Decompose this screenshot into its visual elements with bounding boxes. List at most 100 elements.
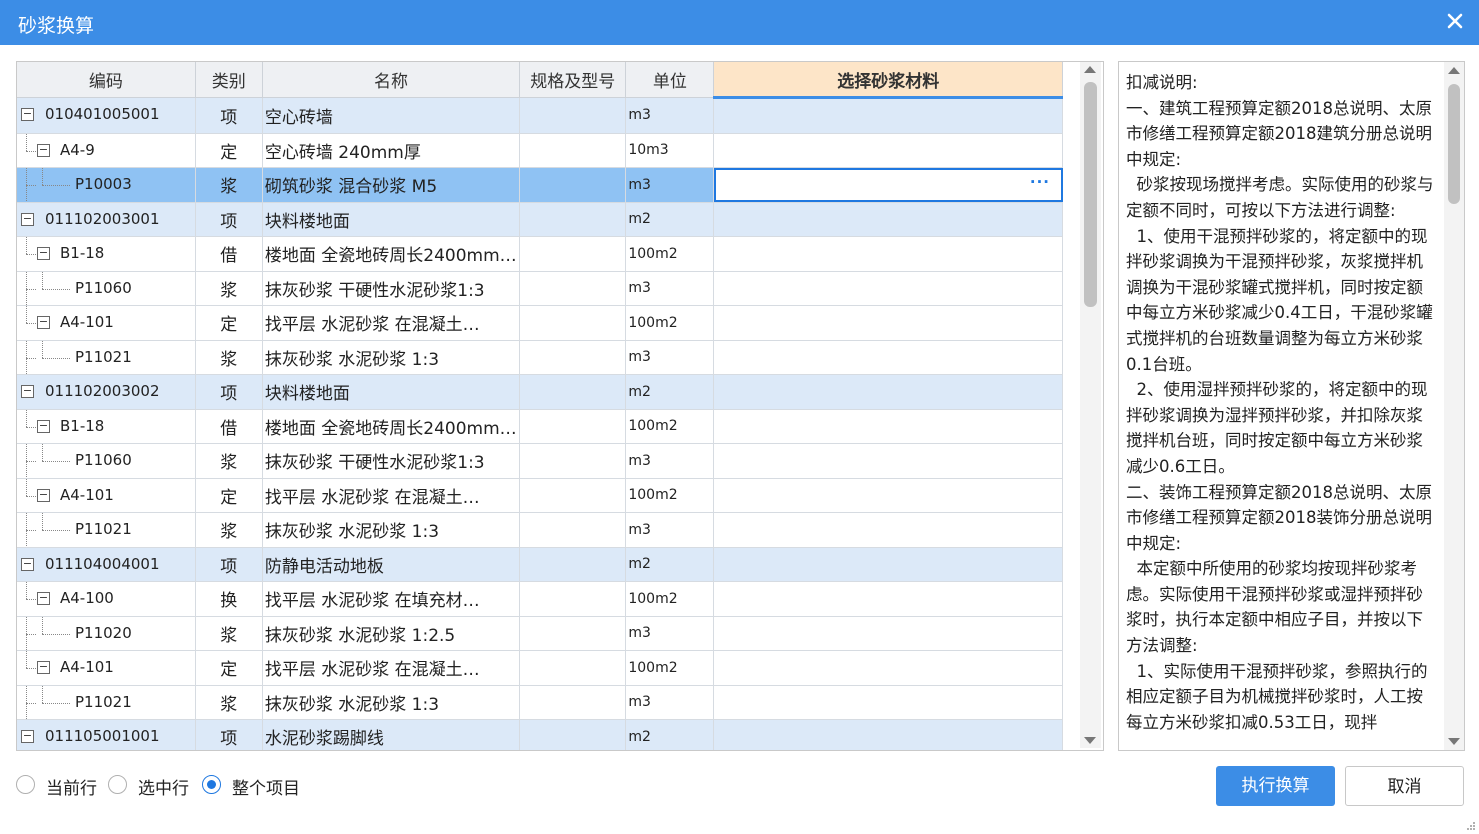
cell-select-mortar[interactable]	[713, 719, 1063, 750]
cell-code[interactable]: P10003	[17, 167, 196, 203]
cancel-button[interactable]: 取消	[1345, 766, 1464, 806]
collapse-icon[interactable]: −	[21, 557, 34, 571]
cell-code[interactable]: − B1-18	[17, 409, 196, 444]
cell-spec[interactable]	[519, 719, 627, 750]
scroll-down-icon[interactable]	[1448, 738, 1460, 745]
scroll-down-icon[interactable]	[1084, 737, 1096, 744]
cell-category[interactable]: 浆	[195, 685, 263, 720]
cell-spec[interactable]	[519, 650, 627, 686]
table-row[interactable]: P11021 浆抹灰砂浆 水泥砂浆 1:3 m3	[17, 512, 1063, 548]
collapse-icon[interactable]: −	[37, 143, 50, 157]
col-header-code[interactable]: 编码	[17, 62, 196, 98]
cell-name[interactable]: 抹灰砂浆 水泥砂浆 1:3	[262, 685, 521, 720]
cell-spec[interactable]	[519, 97, 627, 134]
collapse-icon[interactable]: −	[21, 212, 34, 226]
cell-select-mortar[interactable]: ···	[713, 167, 1063, 203]
cell-select-mortar[interactable]	[713, 478, 1063, 513]
cell-name[interactable]: 水泥砂浆踢脚线	[262, 719, 521, 750]
table-row[interactable]: − B1-18 借楼地面 全瓷地砖周长2400mm… 100m2	[17, 409, 1063, 444]
cell-unit[interactable]: m2	[625, 547, 715, 582]
cell-name[interactable]: 找平层 水泥砂浆 在混凝土…	[262, 305, 521, 341]
collapse-icon[interactable]: −	[37, 316, 50, 329]
collapse-icon[interactable]: −	[21, 385, 34, 398]
cell-category[interactable]: 借	[195, 409, 263, 444]
cell-code[interactable]: −011104004001	[17, 547, 196, 582]
cell-unit[interactable]: 100m2	[625, 478, 715, 513]
cell-name[interactable]: 块料楼地面	[262, 202, 521, 237]
cell-select-mortar[interactable]	[713, 616, 1063, 651]
cell-unit[interactable]: 100m2	[625, 236, 715, 272]
table-row[interactable]: −011104004001 项防静电活动地板 m2	[17, 547, 1063, 582]
cell-category[interactable]: 换	[195, 581, 263, 617]
cell-spec[interactable]	[519, 409, 627, 444]
cell-unit[interactable]: m3	[625, 443, 715, 479]
table-row[interactable]: −011102003001 项块料楼地面 m2	[17, 202, 1063, 237]
cell-name[interactable]: 砌筑砂浆 混合砂浆 M5	[262, 167, 521, 203]
grid-scrollbar[interactable]	[1080, 62, 1101, 748]
cell-code[interactable]: − A4-101	[17, 305, 196, 341]
cell-spec[interactable]	[519, 133, 627, 168]
cell-code[interactable]: P11021	[17, 685, 196, 720]
cell-name[interactable]: 抹灰砂浆 水泥砂浆 1:3	[262, 340, 521, 375]
cell-select-mortar[interactable]	[713, 374, 1063, 410]
cell-unit[interactable]: 100m2	[625, 581, 715, 617]
radio-circle[interactable]	[108, 775, 127, 794]
scroll-thumb[interactable]	[1448, 84, 1460, 204]
scroll-up-icon[interactable]	[1448, 67, 1460, 74]
cell-select-mortar[interactable]	[713, 133, 1063, 168]
cell-name[interactable]: 块料楼地面	[262, 374, 521, 410]
table-row[interactable]: − B1-18 借楼地面 全瓷地砖周长2400mm… 100m2	[17, 236, 1063, 272]
cell-unit[interactable]: m2	[625, 202, 715, 237]
cell-code[interactable]: P11060	[17, 443, 196, 479]
table-row[interactable]: − A4-101 定找平层 水泥砂浆 在混凝土… 100m2	[17, 650, 1063, 686]
cell-code[interactable]: − B1-18	[17, 236, 196, 272]
cell-spec[interactable]	[519, 616, 627, 651]
collapse-icon[interactable]: −	[37, 661, 50, 674]
notes-scrollbar[interactable]	[1444, 62, 1464, 750]
cell-code[interactable]: − A4-9	[17, 133, 196, 168]
table-row[interactable]: −011105001001 项水泥砂浆踢脚线 m2	[17, 719, 1063, 750]
table-row[interactable]: −011102003002 项块料楼地面 m2	[17, 374, 1063, 410]
cell-spec[interactable]	[519, 581, 627, 617]
table-row[interactable]: P10003 浆砌筑砂浆 混合砂浆 M5 m3 ···	[17, 167, 1063, 203]
cell-unit[interactable]: m3	[625, 512, 715, 548]
cell-unit[interactable]: m2	[625, 719, 715, 750]
cell-select-mortar[interactable]	[713, 305, 1063, 341]
cell-spec[interactable]	[519, 443, 627, 479]
cell-select-mortar[interactable]	[713, 443, 1063, 479]
cell-select-mortar[interactable]	[713, 202, 1063, 237]
cell-spec[interactable]	[519, 271, 627, 306]
cell-name[interactable]: 抹灰砂浆 水泥砂浆 1:3	[262, 512, 521, 548]
cell-code[interactable]: − A4-100	[17, 581, 196, 617]
cell-category[interactable]: 浆	[195, 271, 263, 306]
cell-spec[interactable]	[519, 478, 627, 513]
cell-name[interactable]: 抹灰砂浆 干硬性水泥砂浆1:3	[262, 443, 521, 479]
table-row[interactable]: P11021 浆抹灰砂浆 水泥砂浆 1:3 m3	[17, 340, 1063, 375]
execute-conversion-button[interactable]: 执行换算	[1216, 766, 1335, 806]
cell-name[interactable]: 找平层 水泥砂浆 在混凝土…	[262, 478, 521, 513]
cell-name[interactable]: 空心砖墙	[262, 97, 521, 134]
cell-code[interactable]: − A4-101	[17, 650, 196, 686]
table-row[interactable]: − A4-101 定找平层 水泥砂浆 在混凝土… 100m2	[17, 305, 1063, 341]
cell-spec[interactable]	[519, 547, 627, 582]
cell-category[interactable]: 定	[195, 478, 263, 513]
cell-select-mortar[interactable]	[713, 236, 1063, 272]
col-header-category[interactable]: 类别	[195, 62, 263, 98]
table-row[interactable]: P11021 浆抹灰砂浆 水泥砂浆 1:3 m3	[17, 685, 1063, 720]
cell-unit[interactable]: m3	[625, 616, 715, 651]
cell-unit[interactable]: m3	[625, 167, 715, 203]
cell-select-mortar[interactable]	[713, 271, 1063, 306]
cell-unit[interactable]: 100m2	[625, 409, 715, 444]
table-row[interactable]: P11020 浆抹灰砂浆 水泥砂浆 1:2.5 m3	[17, 616, 1063, 651]
cell-category[interactable]: 浆	[195, 443, 263, 479]
cell-category[interactable]: 项	[195, 719, 263, 750]
cell-select-mortar[interactable]	[713, 340, 1063, 375]
more-icon[interactable]: ···	[1030, 173, 1050, 191]
scroll-up-icon[interactable]	[1084, 66, 1096, 73]
cell-name[interactable]: 抹灰砂浆 水泥砂浆 1:2.5	[262, 616, 521, 651]
resize-grip-icon[interactable]	[1466, 821, 1476, 831]
cell-category[interactable]: 浆	[195, 512, 263, 548]
cell-name[interactable]: 抹灰砂浆 干硬性水泥砂浆1:3	[262, 271, 521, 306]
cell-category[interactable]: 定	[195, 305, 263, 341]
cell-unit[interactable]: 100m2	[625, 305, 715, 341]
